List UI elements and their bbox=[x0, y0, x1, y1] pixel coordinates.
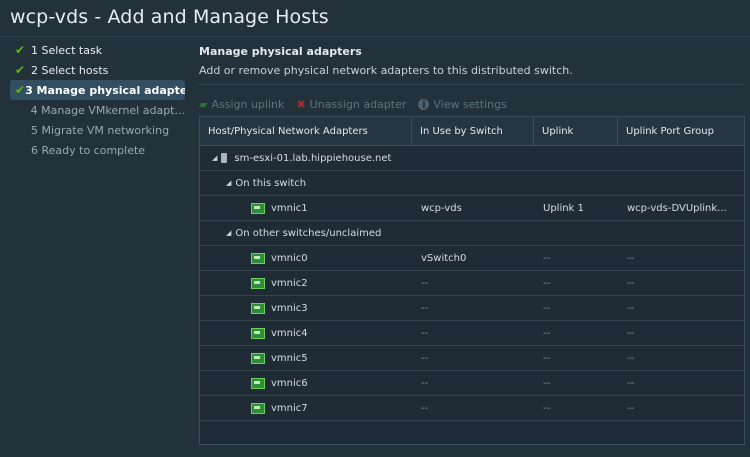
step-select-task[interactable]: ✔ 1 Select task bbox=[10, 40, 185, 60]
network-adapter-icon bbox=[251, 402, 265, 414]
view-settings-label: View settings bbox=[433, 97, 507, 111]
group-row-other[interactable]: ◢ On other switches/unclaimed bbox=[200, 221, 744, 246]
wizard-title: wcp-vds - Add and Manage Hosts bbox=[10, 6, 329, 28]
uplink: -- bbox=[543, 377, 551, 389]
column-header-port-group[interactable]: Uplink Port Group bbox=[618, 117, 744, 145]
uplink-port-group: -- bbox=[627, 352, 635, 364]
table-row[interactable]: vmnic1 wcp-vds Uplink 1 wcp-vds-DVUplink… bbox=[200, 196, 744, 221]
section-description: Add or remove physical network adapters … bbox=[199, 64, 573, 77]
adapter-name: vmnic5 bbox=[271, 352, 308, 364]
uplink-port-group: -- bbox=[627, 402, 635, 414]
in-use-switch: -- bbox=[421, 327, 429, 339]
host-row[interactable]: ◢ sm-esxi-01.lab.hippiehouse.net bbox=[200, 146, 744, 171]
network-adapter-icon bbox=[251, 302, 265, 314]
column-header-uplink[interactable]: Uplink bbox=[534, 117, 618, 145]
assign-uplink-button[interactable]: ▰ Assign uplink bbox=[199, 98, 284, 111]
uplink: -- bbox=[543, 327, 551, 339]
network-adapter-icon bbox=[251, 327, 265, 339]
adapter-name: vmnic0 bbox=[271, 252, 308, 264]
uplink: -- bbox=[543, 402, 551, 414]
column-header-adapters[interactable]: Host/Physical Network Adapters bbox=[200, 117, 412, 145]
step-ready-to-complete[interactable]: 6 Ready to complete bbox=[10, 140, 185, 160]
uplink: -- bbox=[543, 252, 551, 264]
collapse-icon[interactable]: ◢ bbox=[226, 179, 231, 187]
step-manage-physical-adapters[interactable]: ✔ 3 Manage physical adapters bbox=[10, 80, 185, 100]
step-label: 5 Migrate VM networking bbox=[31, 123, 170, 137]
table-row[interactable]: vmnic5 -- -- -- bbox=[200, 346, 744, 371]
collapse-icon[interactable]: ◢ bbox=[226, 229, 231, 237]
in-use-switch: vSwitch0 bbox=[421, 252, 467, 264]
uplink-port-group: -- bbox=[627, 302, 635, 314]
assign-uplink-label: Assign uplink bbox=[211, 97, 285, 111]
check-icon: ✔ bbox=[15, 63, 26, 77]
step-label: 4 Manage VMkernel adapt... bbox=[30, 103, 185, 117]
adapter-name: vmnic4 bbox=[271, 327, 308, 339]
unassign-adapter-button[interactable]: ✖ Unassign adapter bbox=[296, 98, 406, 111]
uplink: -- bbox=[543, 277, 551, 289]
info-icon: i bbox=[418, 98, 430, 110]
table-row[interactable]: vmnic0 vSwitch0 -- -- bbox=[200, 246, 744, 271]
in-use-switch: -- bbox=[421, 352, 429, 364]
view-settings-button[interactable]: i View settings bbox=[418, 97, 507, 111]
grid-header: Host/Physical Network Adapters In Use by… bbox=[200, 117, 744, 146]
title-divider bbox=[0, 36, 750, 37]
unassign-icon: ✖ bbox=[296, 97, 306, 111]
step-migrate-vm-networking[interactable]: 5 Migrate VM networking bbox=[10, 120, 185, 140]
uplink-port-group: -- bbox=[627, 252, 635, 264]
table-row[interactable]: vmnic2 -- -- -- bbox=[200, 271, 744, 296]
in-use-switch: wcp-vds bbox=[421, 202, 462, 214]
table-row[interactable]: vmnic6 -- -- -- bbox=[200, 371, 744, 396]
network-adapter-icon bbox=[251, 202, 265, 214]
uplink: -- bbox=[543, 302, 551, 314]
uplink-port-group: -- bbox=[627, 377, 635, 389]
table-row[interactable]: vmnic3 -- -- -- bbox=[200, 296, 744, 321]
adapter-toolbar: ▰ Assign uplink ✖ Unassign adapter i Vie… bbox=[199, 93, 744, 115]
group-label: On this switch bbox=[235, 177, 307, 189]
in-use-switch: -- bbox=[421, 277, 429, 289]
uplink-port-group: -- bbox=[627, 277, 635, 289]
table-row[interactable]: vmnic7 -- -- -- bbox=[200, 396, 744, 421]
network-adapter-icon bbox=[251, 377, 265, 389]
section-divider bbox=[199, 84, 744, 85]
uplink-port-group: wcp-vds-DVUplink... bbox=[627, 202, 727, 214]
adapter-name: vmnic1 bbox=[271, 202, 308, 214]
host-icon bbox=[221, 153, 228, 163]
section-title: Manage physical adapters bbox=[199, 45, 362, 58]
table-row[interactable]: vmnic4 -- -- -- bbox=[200, 321, 744, 346]
check-icon: ✔ bbox=[15, 83, 26, 97]
check-icon: ✔ bbox=[15, 43, 26, 57]
host-name: sm-esxi-01.lab.hippiehouse.net bbox=[234, 152, 392, 164]
step-label: 1 Select task bbox=[31, 43, 103, 57]
uplink: Uplink 1 bbox=[543, 202, 584, 214]
network-adapter-icon bbox=[251, 252, 265, 264]
step-select-hosts[interactable]: ✔ 2 Select hosts bbox=[10, 60, 185, 80]
network-adapter-icon bbox=[251, 277, 265, 289]
step-label: 6 Ready to complete bbox=[31, 143, 146, 157]
adapter-name: vmnic2 bbox=[271, 277, 308, 289]
wizard-steps: ✔ 1 Select task ✔ 2 Select hosts ✔ 3 Man… bbox=[10, 40, 185, 160]
uplink-port-group: -- bbox=[627, 327, 635, 339]
main-panel: Manage physical adapters Add or remove p… bbox=[199, 40, 744, 115]
collapse-icon[interactable]: ◢ bbox=[212, 154, 217, 162]
step-manage-vmkernel-adapters[interactable]: 4 Manage VMkernel adapt... bbox=[10, 100, 185, 120]
adapter-name: vmnic7 bbox=[271, 402, 308, 414]
group-label: On other switches/unclaimed bbox=[235, 227, 382, 239]
uplink: -- bbox=[543, 352, 551, 364]
in-use-switch: -- bbox=[421, 377, 429, 389]
network-adapter-icon bbox=[251, 352, 265, 364]
adapter-name: vmnic6 bbox=[271, 377, 308, 389]
step-label: 2 Select hosts bbox=[31, 63, 109, 77]
in-use-switch: -- bbox=[421, 302, 429, 314]
adapters-grid: Host/Physical Network Adapters In Use by… bbox=[199, 116, 745, 445]
group-row-on-switch[interactable]: ◢ On this switch bbox=[200, 171, 744, 196]
assign-uplink-icon: ▰ bbox=[199, 97, 208, 111]
adapter-name: vmnic3 bbox=[271, 302, 308, 314]
unassign-adapter-label: Unassign adapter bbox=[309, 97, 407, 111]
step-label: 3 Manage physical adapters bbox=[25, 83, 185, 97]
column-header-in-use[interactable]: In Use by Switch bbox=[412, 117, 534, 145]
in-use-switch: -- bbox=[421, 402, 429, 414]
